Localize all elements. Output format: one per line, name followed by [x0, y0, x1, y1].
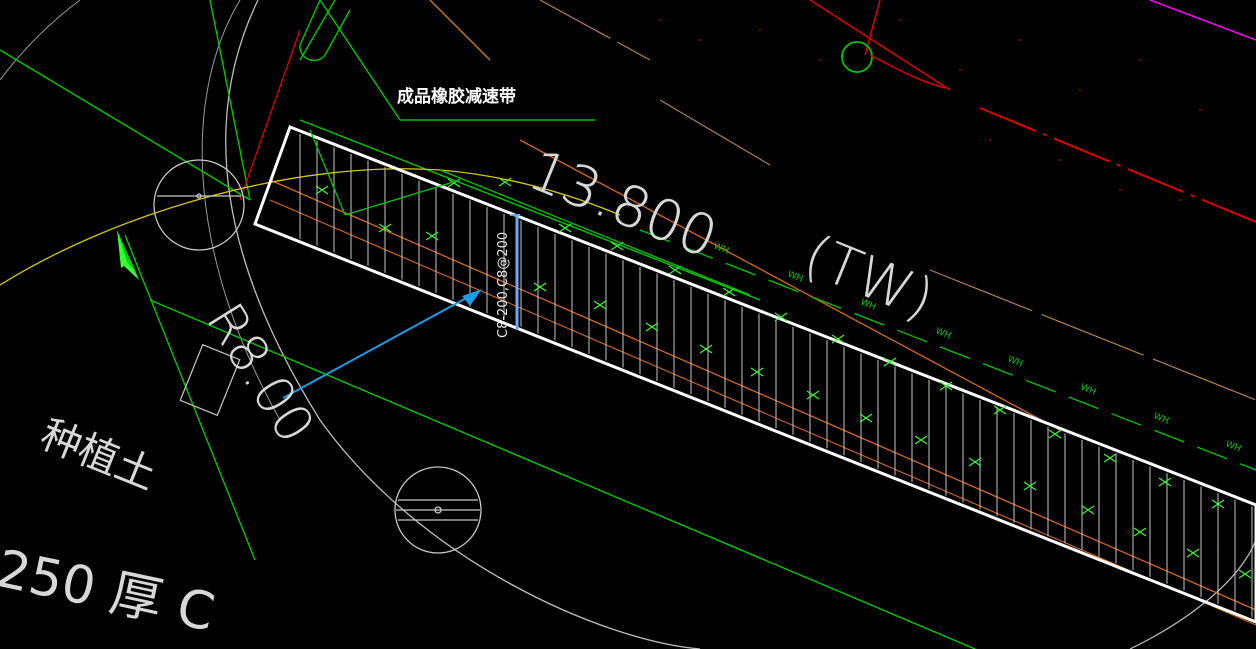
rebar-spec-label: C8-200,C8@200: [496, 232, 511, 338]
cad-drawing-canvas[interactable]: WH WH WH WH WH WH WH WH 成品橡胶减速带 13.800 (…: [0, 0, 1256, 649]
speed-bump-label: 成品橡胶减速带: [397, 86, 516, 107]
